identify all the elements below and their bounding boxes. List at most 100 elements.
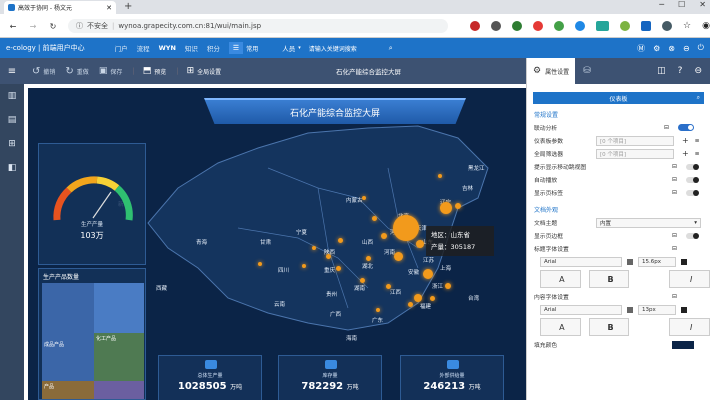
map-bubble[interactable] (335, 265, 341, 271)
content-style-italic[interactable]: I (669, 318, 710, 336)
tooltip-toggle[interactable] (686, 163, 699, 170)
content-font-select[interactable]: Arial (540, 304, 622, 315)
map-bubble[interactable] (359, 277, 365, 283)
browser-tab[interactable]: 高效于协同 - 杨文元 ✕ (4, 1, 116, 14)
content-size-input[interactable]: 13px (638, 304, 676, 315)
add-icon[interactable]: + (682, 149, 689, 158)
extension-icon[interactable] (596, 21, 609, 31)
map-bubble[interactable] (312, 246, 316, 250)
treemap-cell[interactable]: 产品 (42, 381, 94, 399)
map-bubble[interactable] (414, 294, 422, 302)
nav-workflow[interactable]: 流程 (137, 43, 150, 53)
user-search-select[interactable]: 人员 (282, 43, 295, 53)
broom-icon[interactable]: ⊟ (672, 164, 686, 170)
autoplay-toggle[interactable] (686, 176, 699, 183)
map-bubble[interactable] (325, 253, 331, 259)
map-bubble[interactable] (416, 240, 424, 248)
nav-common[interactable]: 常用 (246, 44, 258, 53)
kpi-card[interactable]: 外部供给量 246213 万吨 (400, 355, 504, 400)
kpi-card[interactable]: 库存量 782292 万吨 (278, 355, 382, 400)
map-bubble[interactable] (381, 233, 387, 239)
broom-icon[interactable]: ⊟ (664, 125, 678, 131)
panel-toggle-icon[interactable]: ◫ (657, 66, 666, 76)
chart-icon[interactable]: ▥ (0, 84, 24, 108)
reload-icon[interactable]: ↻ (46, 19, 60, 33)
tab-properties[interactable]: ⚙ 属性设置 (527, 58, 576, 84)
page-label-toggle[interactable] (686, 189, 699, 196)
extension-icon[interactable] (662, 21, 672, 31)
map-bubble[interactable] (429, 295, 435, 301)
search-input[interactable]: 请输入关键词搜索 (309, 44, 389, 53)
tab-data-icon[interactable]: ⛁ (583, 66, 591, 76)
broom-icon[interactable]: ⊟ (672, 246, 677, 252)
panel-collapse-icon[interactable]: ⊖ (694, 66, 702, 76)
new-tab-button[interactable]: + (124, 1, 132, 12)
map-bubble[interactable] (385, 283, 391, 289)
kpi-card[interactable]: 总体生产量 1028505 万吨 (158, 355, 262, 400)
preview-button[interactable]: ⬒ 预览 (143, 66, 167, 76)
global-filter-input[interactable]: [0 个项目] (596, 148, 674, 159)
treemap-cell[interactable] (94, 381, 144, 399)
extension-icon[interactable] (533, 21, 543, 31)
minimize-icon[interactable]: ─ (659, 0, 664, 9)
back-icon[interactable]: ← (6, 19, 20, 33)
save-button[interactable]: ▣ 保存 (99, 66, 123, 76)
nav-portal[interactable]: 门户 (115, 43, 128, 53)
treemap-cell[interactable] (94, 283, 144, 333)
redo-button[interactable]: ↻ 重做 (65, 66, 88, 77)
map-bubble[interactable] (371, 215, 377, 221)
search-icon[interactable]: ⌕ (389, 44, 393, 53)
content-style-bold[interactable]: B (588, 318, 630, 336)
layer-icon[interactable]: ◧ (0, 156, 24, 180)
profile-icon[interactable]: ◉ (702, 21, 710, 31)
treemap-panel[interactable]: 生产产品数量 成品产品 化工产品 产品 (38, 268, 146, 400)
undo-button[interactable]: ↺ 撤销 (32, 66, 55, 77)
extension-icon[interactable] (512, 21, 522, 31)
map-bubble[interactable] (407, 301, 413, 307)
title-size-input[interactable]: 15.6px (638, 256, 676, 267)
address-bar[interactable]: ⓘ 不安全 | wynoa.grapecity.com.cn:81/wui/ma… (68, 19, 448, 33)
title-font-select[interactable]: Arial (540, 256, 622, 267)
hamburger-icon[interactable]: ≡ (0, 66, 24, 77)
color-swatch[interactable] (681, 258, 687, 265)
map-bubble[interactable] (365, 255, 371, 261)
treemap-cell[interactable]: 成品产品 (42, 283, 94, 381)
close-tab-icon[interactable]: ✕ (106, 4, 112, 12)
extension-icon[interactable] (575, 21, 585, 31)
title-style-bold[interactable]: B (588, 270, 630, 288)
map-bubble[interactable] (258, 262, 262, 266)
show-border-toggle[interactable] (686, 232, 699, 239)
color-swatch[interactable] (627, 306, 633, 313)
app-logo[interactable]: e-cology | 前端用户中心 (6, 43, 85, 53)
header-close-icon[interactable]: ⊗ (668, 44, 675, 53)
broom-icon[interactable]: ⊟ (672, 294, 677, 300)
favorites-icon[interactable]: ☆ (683, 21, 691, 31)
nav-knowledge[interactable]: 知识 (185, 43, 198, 53)
map-bubble[interactable] (455, 203, 461, 209)
header-collapse-icon[interactable]: ⊖ (683, 44, 690, 53)
extension-icon[interactable] (491, 21, 501, 31)
broom-icon[interactable]: ⊟ (672, 190, 686, 196)
title-style-italic[interactable]: I (669, 270, 710, 288)
extension-icon[interactable] (554, 21, 564, 31)
dashboard-params-input[interactable]: [0 个项目] (596, 135, 674, 146)
header-power-icon[interactable]: ⏻ (698, 43, 704, 53)
header-app-icon[interactable]: Ⓜ (637, 43, 645, 54)
map-bubble[interactable] (440, 202, 452, 214)
dashboard-canvas[interactable]: 石化产能综合监控大屏 北京天津河北山西陕西河南湖北江苏上海浙江安徽湖南江西广东福… (28, 88, 526, 400)
treemap-cell[interactable]: 化工产品 (94, 333, 144, 381)
map-bubble[interactable] (438, 174, 442, 178)
doc-theme-select[interactable]: 内置 ▾ (596, 217, 701, 228)
map-bubble[interactable] (376, 308, 380, 312)
map-bubble[interactable] (393, 215, 419, 241)
global-settings-button[interactable]: ⊞ 全局设置 (187, 66, 222, 76)
color-swatch[interactable] (681, 306, 687, 313)
forward-icon[interactable]: → (26, 19, 40, 33)
search-icon[interactable]: ⌕ (697, 94, 700, 102)
list-icon[interactable]: ≡ (695, 151, 700, 157)
component-icon[interactable]: ⊞ (0, 132, 24, 156)
window-close-icon[interactable]: ✕ (699, 0, 706, 9)
map-bubble[interactable] (445, 283, 451, 289)
map-bubble[interactable] (393, 251, 403, 261)
fill-color-swatch[interactable] (672, 340, 694, 349)
